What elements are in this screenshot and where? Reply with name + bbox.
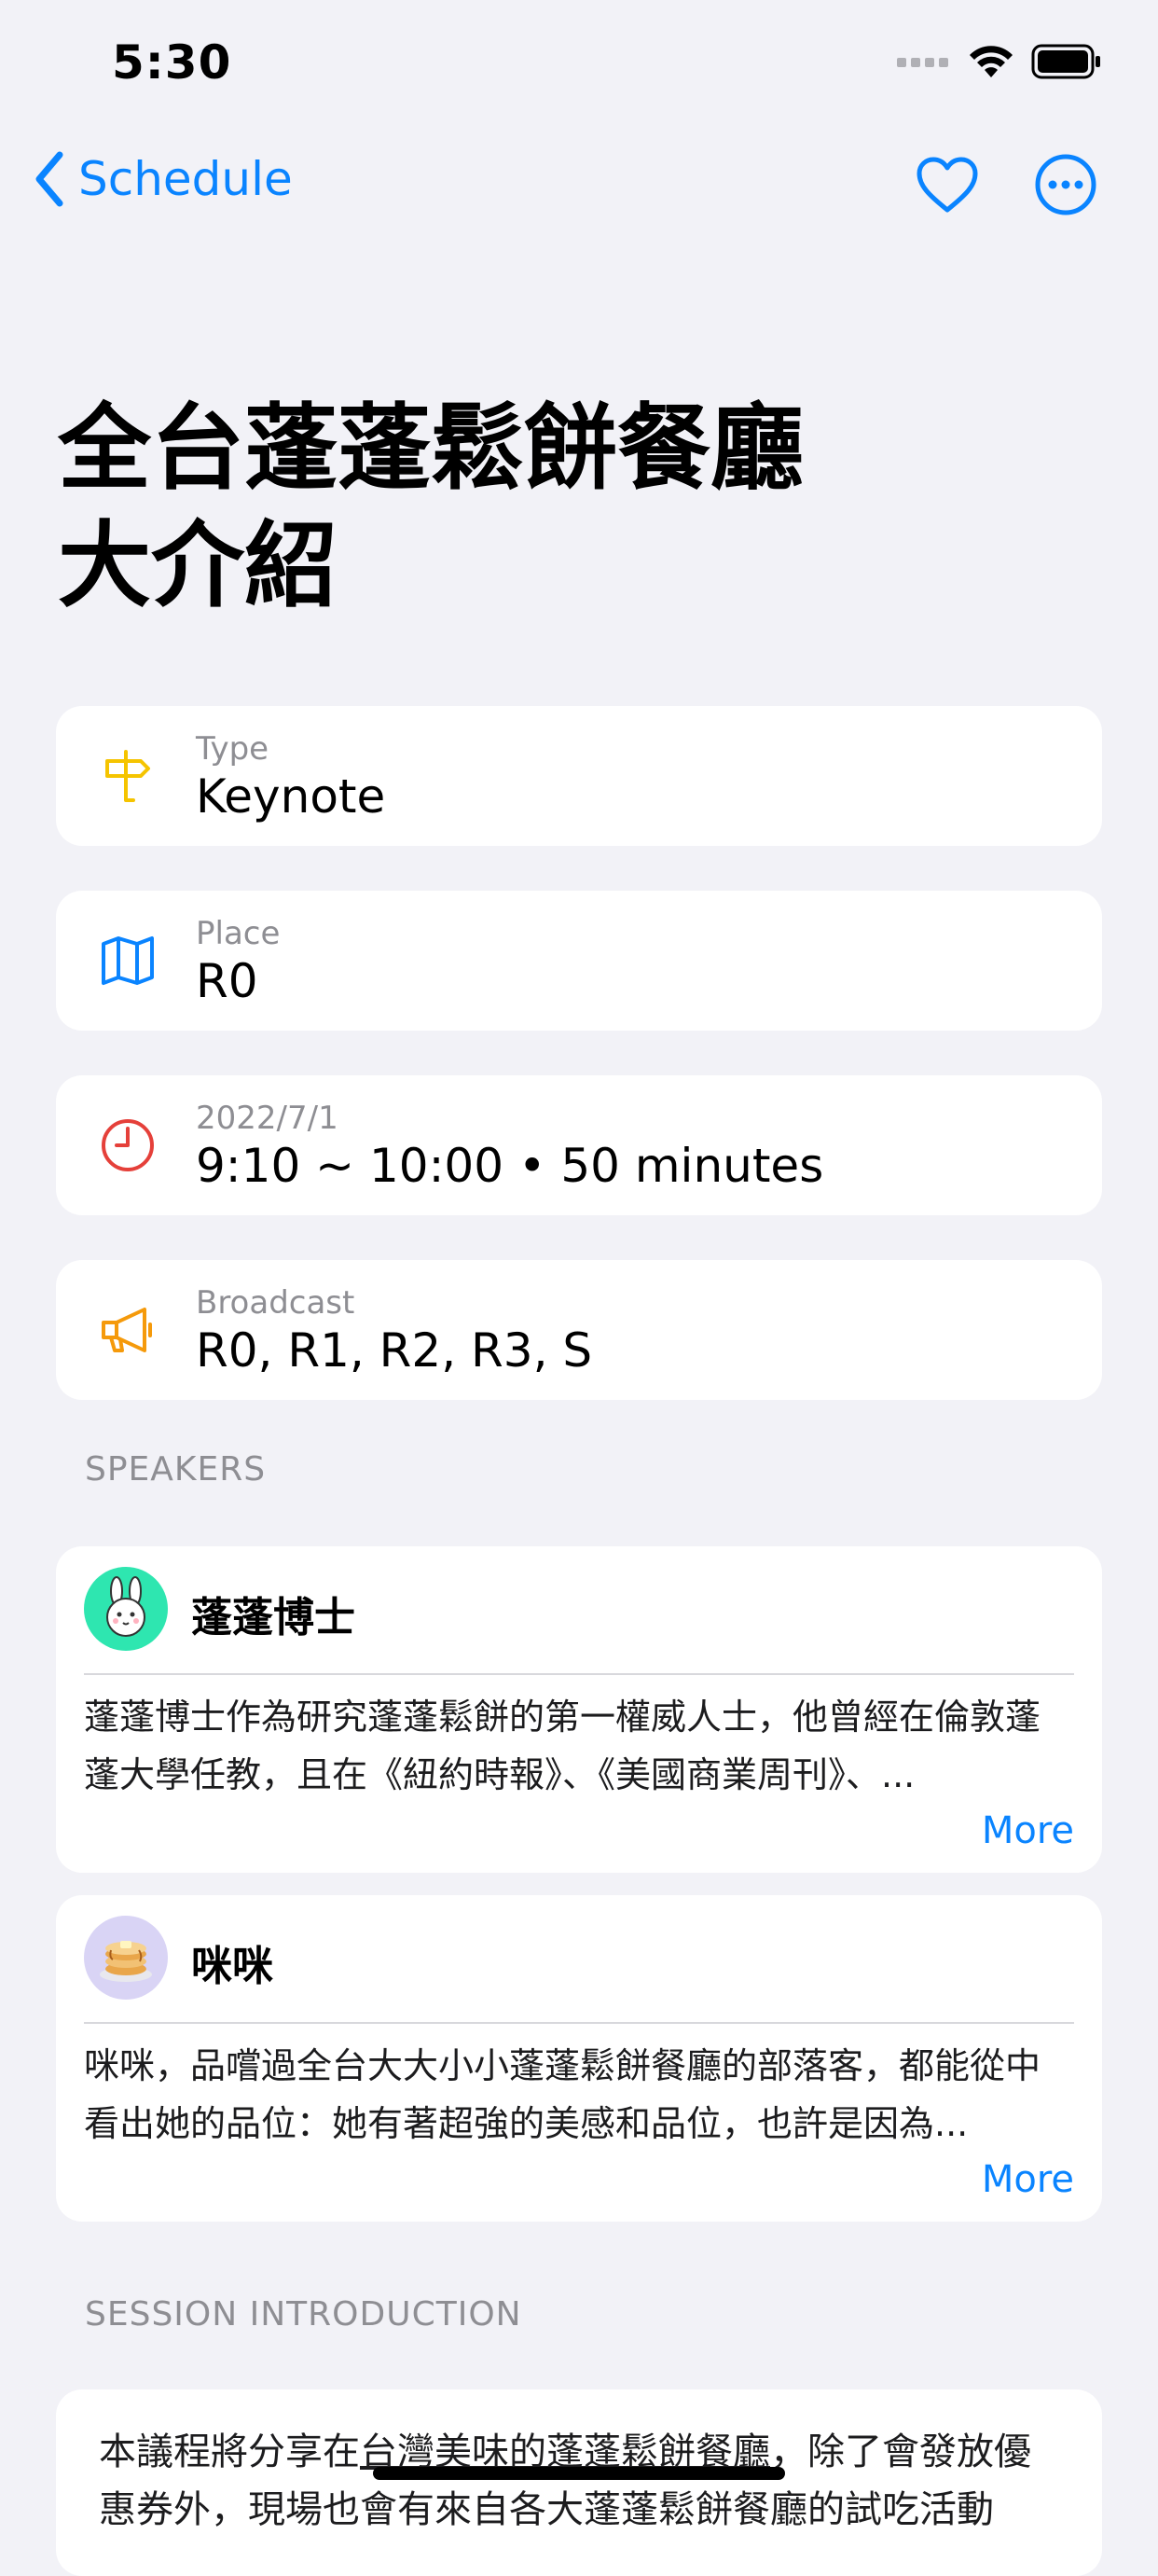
intro-header: SESSION INTRODUCTION xyxy=(85,2295,522,2334)
megaphone-icon xyxy=(102,1308,152,1352)
intro-card: 本議程將分享在台灣美味的蓬蓬鬆餅餐廳，除了會發放優惠券外，現場也會有來自各大蓬蓬… xyxy=(56,2389,1102,2576)
date-label: 2022/7/1 xyxy=(196,1100,338,1137)
broadcast-card: Broadcast R0, R1, R2, R3, S xyxy=(56,1260,1102,1400)
home-indicator[interactable] xyxy=(373,2467,785,2480)
type-card: Type Keynote xyxy=(56,706,1102,846)
rabbit-avatar xyxy=(84,1567,168,1651)
signpost-icon xyxy=(105,750,150,802)
battery-icon xyxy=(1031,44,1100,79)
speaker-card[interactable]: 咪咪 咪咪，品嚐過全台大大小小蓬蓬鬆餅餐廳的部落客，都能從中看出她的品位：她有著… xyxy=(56,1895,1102,2222)
back-button[interactable]: Schedule xyxy=(34,151,293,207)
clock-icon xyxy=(102,1119,154,1171)
speaker-bio: 咪咪，品嚐過全台大大小小蓬蓬鬆餅餐廳的部落客，都能從中看出她的品位：她有著超強的… xyxy=(84,2045,1041,2144)
speaker-card[interactable]: 蓬蓬博士 蓬蓬博士作為研究蓬蓬鬆餅的第一權威人士，他曾經在倫敦蓬蓬大學任教，且在… xyxy=(56,1546,1102,1873)
divider xyxy=(84,2022,1074,2024)
pancake-avatar xyxy=(84,1916,168,2000)
speaker-name: 咪咪 xyxy=(191,1943,273,1990)
more-button[interactable]: More xyxy=(982,1809,1074,1852)
speakers-header: SPEAKERS xyxy=(85,1450,267,1489)
map-icon xyxy=(102,936,154,985)
pancake-icon xyxy=(100,1941,152,1982)
broadcast-label: Broadcast xyxy=(196,1284,355,1322)
status-icons xyxy=(897,43,1102,80)
navigation-bar: Schedule xyxy=(0,140,1158,233)
intro-text: 本議程將分享在台灣美味的蓬蓬鬆餅餐廳，除了會發放優惠券外，現場也會有來自各大蓬蓬… xyxy=(99,2423,1059,2539)
time-card: 2022/7/1 9:10 ~ 10:00 • 50 minutes xyxy=(56,1075,1102,1215)
ellipsis-circle-icon xyxy=(1035,154,1096,215)
broadcast-value: R0, R1, R2, R3, S xyxy=(196,1323,593,1378)
session-title: 全台蓬蓬鬆餅餐廳 大介紹 xyxy=(58,394,804,620)
place-value: R0 xyxy=(196,954,258,1008)
more-options-button[interactable] xyxy=(1032,151,1099,218)
back-label: Schedule xyxy=(78,152,293,206)
wifi-icon xyxy=(970,46,1013,77)
place-card: Place R0 xyxy=(56,891,1102,1031)
speaker-bio: 蓬蓬博士作為研究蓬蓬鬆餅的第一權威人士，他曾經在倫敦蓬蓬大學任教，且在《紐約時報… xyxy=(84,1697,1041,1795)
favorite-button[interactable] xyxy=(914,151,981,218)
status-time: 5:30 xyxy=(112,35,232,90)
divider xyxy=(84,1673,1074,1675)
time-value: 9:10 ~ 10:00 • 50 minutes xyxy=(196,1139,824,1193)
rabbit-icon xyxy=(106,1576,145,1637)
more-button[interactable]: More xyxy=(982,2158,1074,2201)
intro-text-before: 本議程將分享在 xyxy=(99,2431,360,2473)
place-label: Place xyxy=(196,915,281,952)
type-value: Keynote xyxy=(196,769,386,824)
heart-icon xyxy=(917,157,978,213)
speaker-name: 蓬蓬博士 xyxy=(191,1594,355,1641)
type-label: Type xyxy=(196,730,269,768)
signal-icon xyxy=(897,58,948,67)
chevron-left-icon xyxy=(35,151,63,207)
status-bar: 5:30 xyxy=(0,0,1158,131)
